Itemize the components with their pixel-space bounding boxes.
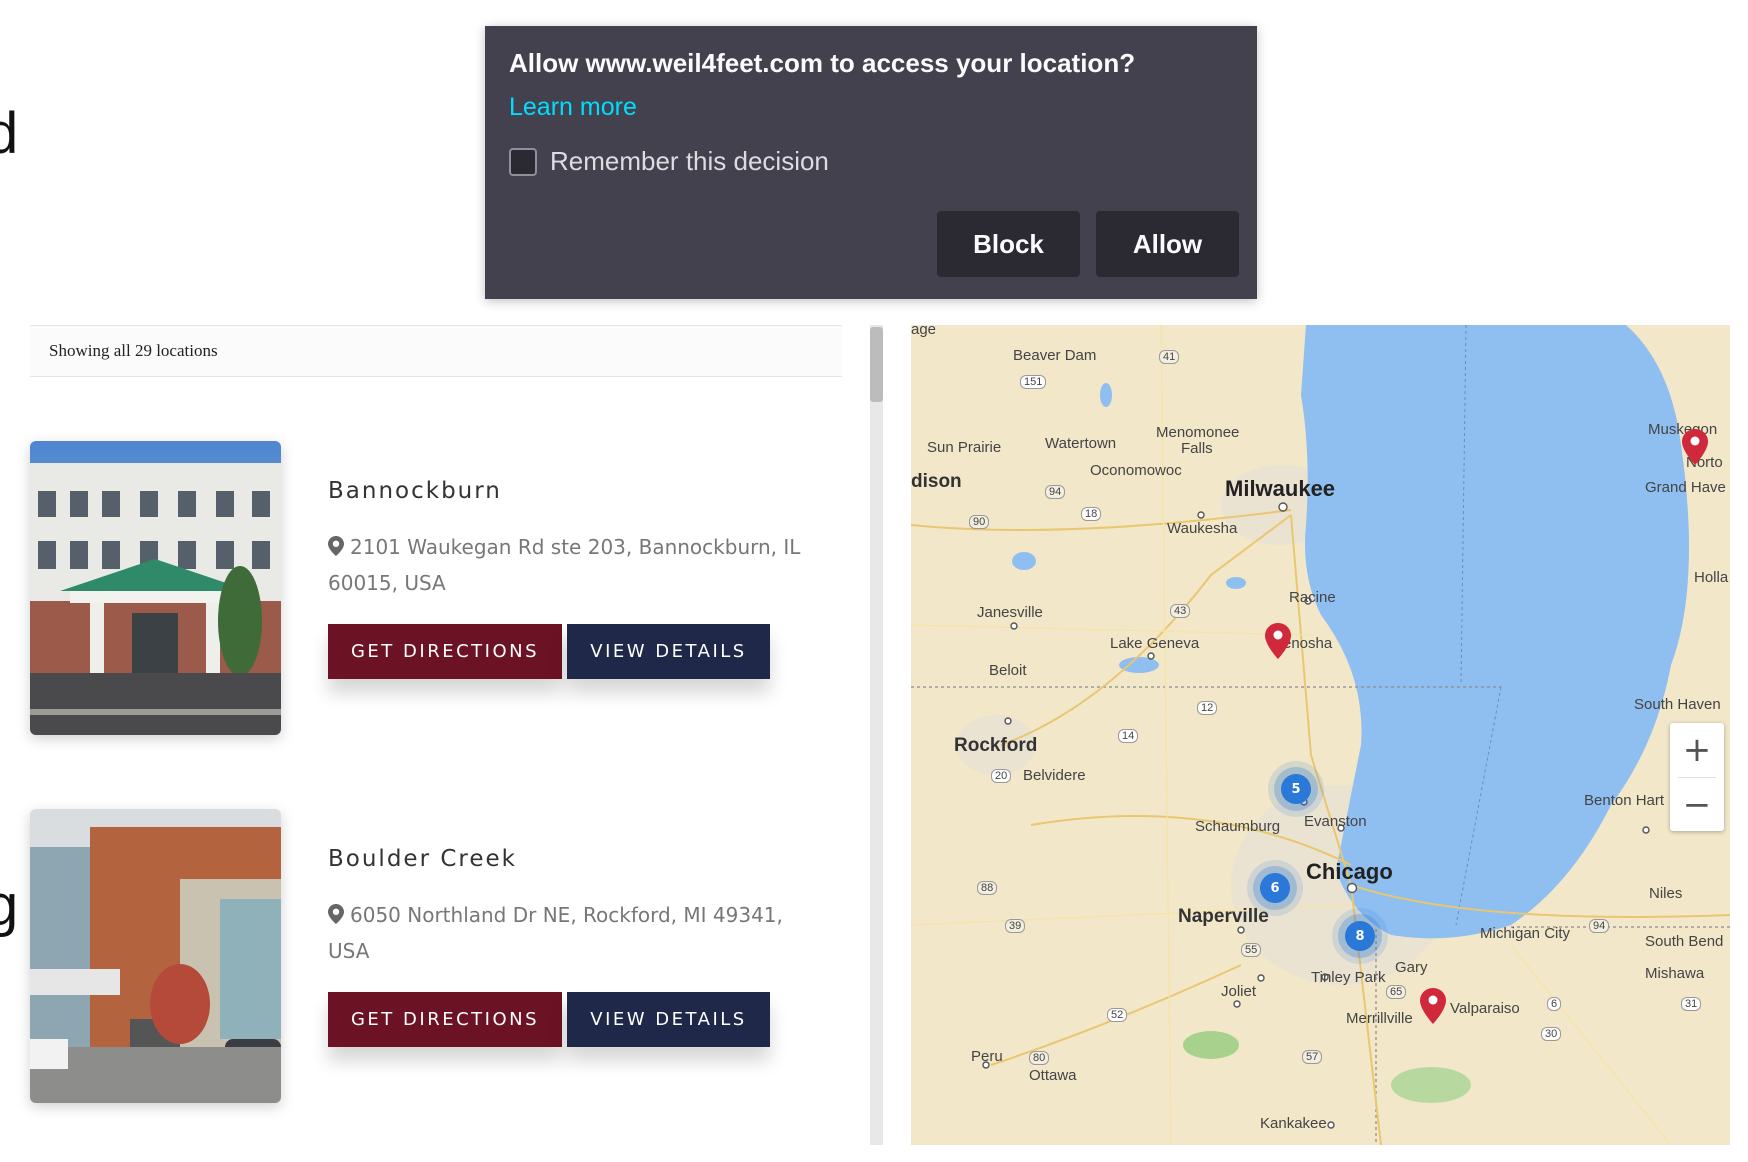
map-label-naperville: Naperville	[1178, 906, 1269, 927]
map-cluster[interactable]: 6	[1260, 873, 1290, 903]
location-address: 6050 Northland Dr NE, Rockford, MI 49341…	[328, 897, 808, 969]
highway-shield: 55	[1241, 943, 1262, 957]
allow-button[interactable]: Allow	[1096, 211, 1239, 277]
map-label-joliet: Joliet	[1221, 983, 1257, 1000]
permission-buttons: Block Allow	[937, 211, 1239, 277]
map-label-age: age	[911, 325, 937, 338]
highway-shield: 94	[1589, 919, 1610, 933]
get-directions-button[interactable]: GET DIRECTIONS	[328, 624, 562, 679]
highway-shield: 14	[1118, 729, 1139, 743]
map-label-gary: Gary	[1395, 959, 1428, 976]
location-permission-prompt: Allow www.weil4feet.com to access your l…	[485, 26, 1257, 299]
map-label-peru: Peru	[971, 1048, 1003, 1065]
map-label-belvidere: Belvidere	[1023, 767, 1086, 784]
locations-count-bar: Showing all 29 locations	[30, 325, 842, 377]
map-label-falls: Falls	[1181, 440, 1213, 457]
get-directions-button[interactable]: GET DIRECTIONS	[328, 992, 562, 1047]
location-card-bannockburn: Bannockburn 2101 Waukegan Rd ste 203, Ba…	[30, 441, 842, 736]
map-label-waukesha: Waukesha	[1167, 520, 1238, 537]
list-scrollbar[interactable]	[870, 325, 883, 1145]
map-cluster[interactable]: 8	[1345, 921, 1375, 951]
map-marker-icon[interactable]	[1682, 429, 1708, 465]
cut-off-heading-text-2: g	[0, 873, 19, 938]
view-details-button[interactable]: VIEW DETAILS	[567, 624, 770, 679]
learn-more-link[interactable]: Learn more	[509, 93, 637, 122]
map-label-beaver-dam: Beaver Dam	[1013, 347, 1097, 364]
map-label-south-haven: South Haven	[1634, 696, 1721, 713]
map-label-niles: Niles	[1649, 885, 1683, 902]
map-label-rockford: Rockford	[954, 735, 1038, 756]
map-label-holland: Holla	[1694, 569, 1729, 586]
highway-shield: 20	[991, 769, 1012, 783]
location-photo-bannockburn	[30, 441, 281, 735]
cut-off-heading-text: d	[0, 101, 19, 166]
map-marker-icon[interactable]	[1420, 988, 1446, 1024]
map-label-schaumburg: Schaumburg	[1195, 818, 1281, 835]
highway-shield: 6	[1547, 997, 1562, 1011]
map-label-south-bend: South Bend	[1645, 933, 1724, 950]
zoom-out-button[interactable]: −	[1670, 778, 1724, 832]
location-card-boulder-creek: Boulder Creek 6050 Northland Dr NE, Rock…	[30, 809, 842, 1104]
highway-shield: 88	[977, 881, 998, 895]
location-name: Boulder Creek	[328, 846, 517, 872]
highway-shield: 65	[1386, 985, 1407, 999]
map-pin-icon	[328, 904, 344, 924]
map-label-milwaukee: Milwaukee	[1225, 476, 1336, 501]
block-button[interactable]: Block	[937, 211, 1080, 277]
map-label-merrillville: Merrillville	[1346, 1010, 1413, 1027]
locations-map[interactable]: 151 41 94 18 90 43 12 14 20 88 39 55 57 …	[911, 325, 1730, 1145]
view-details-button[interactable]: VIEW DETAILS	[567, 992, 770, 1047]
location-photo-boulder-creek	[30, 809, 281, 1103]
map-label-michigan-city: Michigan City	[1480, 925, 1571, 942]
map-label-oconomowoc: Oconomowoc	[1090, 462, 1182, 479]
map-label-benton-harbor: Benton Hart	[1584, 792, 1665, 809]
remember-decision-checkbox[interactable]	[509, 147, 537, 176]
map-pin-icon	[328, 536, 344, 556]
highway-shield: 30	[1541, 1027, 1562, 1041]
highway-shield: 39	[1005, 919, 1026, 933]
map-marker-icon[interactable]	[1265, 623, 1291, 659]
remember-decision-row[interactable]: Remember this decision	[509, 146, 1233, 177]
map-label-kankakee: Kankakee	[1260, 1115, 1327, 1132]
locations-count-text: Showing all 29 locations	[49, 341, 218, 360]
highway-shield: 41	[1159, 350, 1180, 364]
map-cluster[interactable]: 5	[1281, 774, 1311, 804]
highway-shield: 31	[1681, 997, 1702, 1011]
map-label-valparaiso: Valparaiso	[1450, 1000, 1520, 1017]
location-address-text: 2101 Waukegan Rd ste 203, Bannockburn, I…	[328, 535, 801, 595]
highway-shield: 80	[1029, 1051, 1050, 1065]
highway-shield: 18	[1081, 507, 1102, 521]
map-label-janesville: Janesville	[977, 604, 1043, 621]
zoom-in-button[interactable]: +	[1670, 723, 1724, 777]
map-label-ottawa: Ottawa	[1029, 1067, 1077, 1084]
highway-shield: 94	[1045, 485, 1066, 499]
map-label-watertown: Watertown	[1045, 435, 1117, 452]
location-name: Bannockburn	[328, 478, 502, 504]
map-label-lake-geneva: Lake Geneva	[1110, 635, 1200, 652]
location-address-text: 6050 Northland Dr NE, Rockford, MI 49341…	[328, 903, 783, 963]
locations-list-panel: Showing all 29 locations Bannockburn 210…	[30, 325, 842, 1145]
highway-shield: 90	[969, 515, 990, 529]
map-label-evanston: Evanston	[1304, 813, 1367, 830]
map-label-sun-prairie: Sun Prairie	[927, 439, 1002, 456]
highway-shield: 43	[1170, 604, 1191, 618]
map-label-mishawaka: Mishawa	[1645, 965, 1705, 982]
map-label-racine: Racine	[1289, 589, 1336, 606]
list-scrollbar-thumb[interactable]	[870, 327, 883, 402]
map-label-madison: dison	[911, 471, 962, 492]
permission-prompt-title: Allow www.weil4feet.com to access your l…	[509, 48, 1136, 78]
highway-shield: 151	[1020, 375, 1047, 389]
highway-shield: 12	[1197, 701, 1218, 715]
location-address: 2101 Waukegan Rd ste 203, Bannockburn, I…	[328, 529, 808, 601]
highway-shield: 52	[1107, 1008, 1128, 1022]
map-label-tinley-park: Tinley Park	[1311, 969, 1386, 986]
map-label-chicago: Chicago	[1306, 859, 1393, 884]
highway-shield: 57	[1302, 1050, 1323, 1064]
map-label-menomonee: Menomonee	[1156, 424, 1240, 441]
map-label-beloit: Beloit	[989, 662, 1027, 679]
map-zoom-controls: + −	[1670, 723, 1724, 831]
remember-decision-label[interactable]: Remember this decision	[550, 146, 829, 177]
map-label-grand-haven: Grand Have	[1645, 479, 1726, 496]
